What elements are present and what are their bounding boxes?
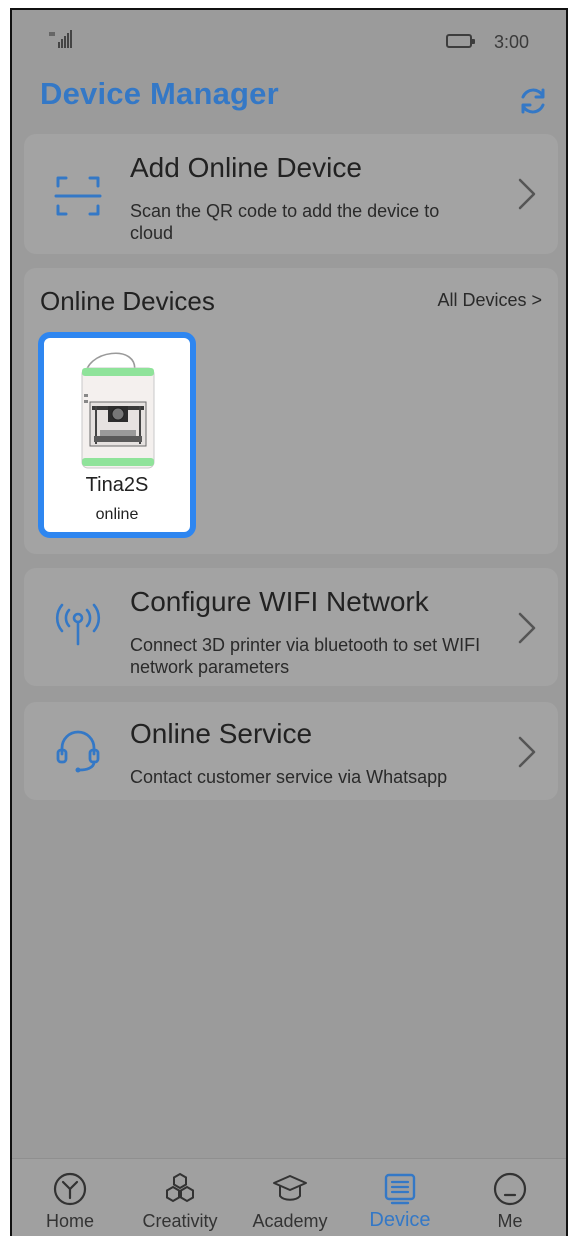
wifi-antenna-icon [55,603,101,646]
tab-me[interactable]: Me [460,1159,560,1236]
online-service-description: Contact customer service via Whatsapp [130,767,448,787]
tab-home-label: Home [45,1211,94,1231]
online-devices-card: Online Devices All Devices > Tina2S onli… [24,268,558,554]
device-status: online [95,506,139,523]
bottom-tab-bar: Home Creativity Academy Device Me [12,1158,566,1236]
tab-device-label: Device [369,1209,431,1231]
scan-icon [54,176,102,216]
printer-image [81,352,155,469]
add-online-device-card[interactable]: Add Online Device Scan the QR code to ad… [24,134,558,254]
academy-icon [273,1175,307,1201]
all-devices-link[interactable]: All Devices > [437,290,542,311]
creativity-icon [166,1172,194,1203]
configure-wifi-title: Configure WIFI Network [130,586,429,617]
tab-academy[interactable]: Academy [240,1159,340,1236]
online-service-title: Online Service [130,718,313,749]
add-online-device-description: Scan the QR code to add the device to cl… [130,201,440,243]
tab-device[interactable]: Device [350,1159,450,1236]
device-name: Tina2S [85,474,149,496]
battery-icon [446,34,475,48]
add-online-device-title: Add Online Device [130,152,362,183]
page-title: Device Manager [40,76,279,111]
configure-wifi-description: Connect 3D printer via bluetooth to set … [130,635,481,677]
configure-wifi-card[interactable]: Configure WIFI Network Connect 3D printe… [24,568,558,686]
device-icon [384,1173,416,1205]
refresh-icon[interactable] [516,84,550,118]
me-icon [493,1172,527,1206]
chevron-right-icon [518,612,536,644]
status-time: 3:00 [494,32,530,52]
chevron-right-icon [518,736,536,768]
status-bar: 3:00 [12,10,566,66]
tab-home[interactable]: Home [20,1159,120,1236]
tab-creativity-label: Creativity [142,1211,218,1231]
online-devices-title: Online Devices [40,286,215,316]
tab-creativity[interactable]: Creativity [130,1159,230,1236]
chevron-right-icon [518,178,536,210]
signal-icon [49,30,72,48]
tab-me-label: Me [497,1211,523,1231]
tab-academy-label: Academy [252,1211,328,1231]
phone-screen: 3:00 Device Manager Add Online Device Sc… [10,8,568,1236]
home-icon [53,1172,87,1206]
device-tile[interactable]: Tina2S online [38,332,196,538]
online-service-card[interactable]: Online Service Contact customer service … [24,702,558,800]
headset-icon [56,730,100,773]
